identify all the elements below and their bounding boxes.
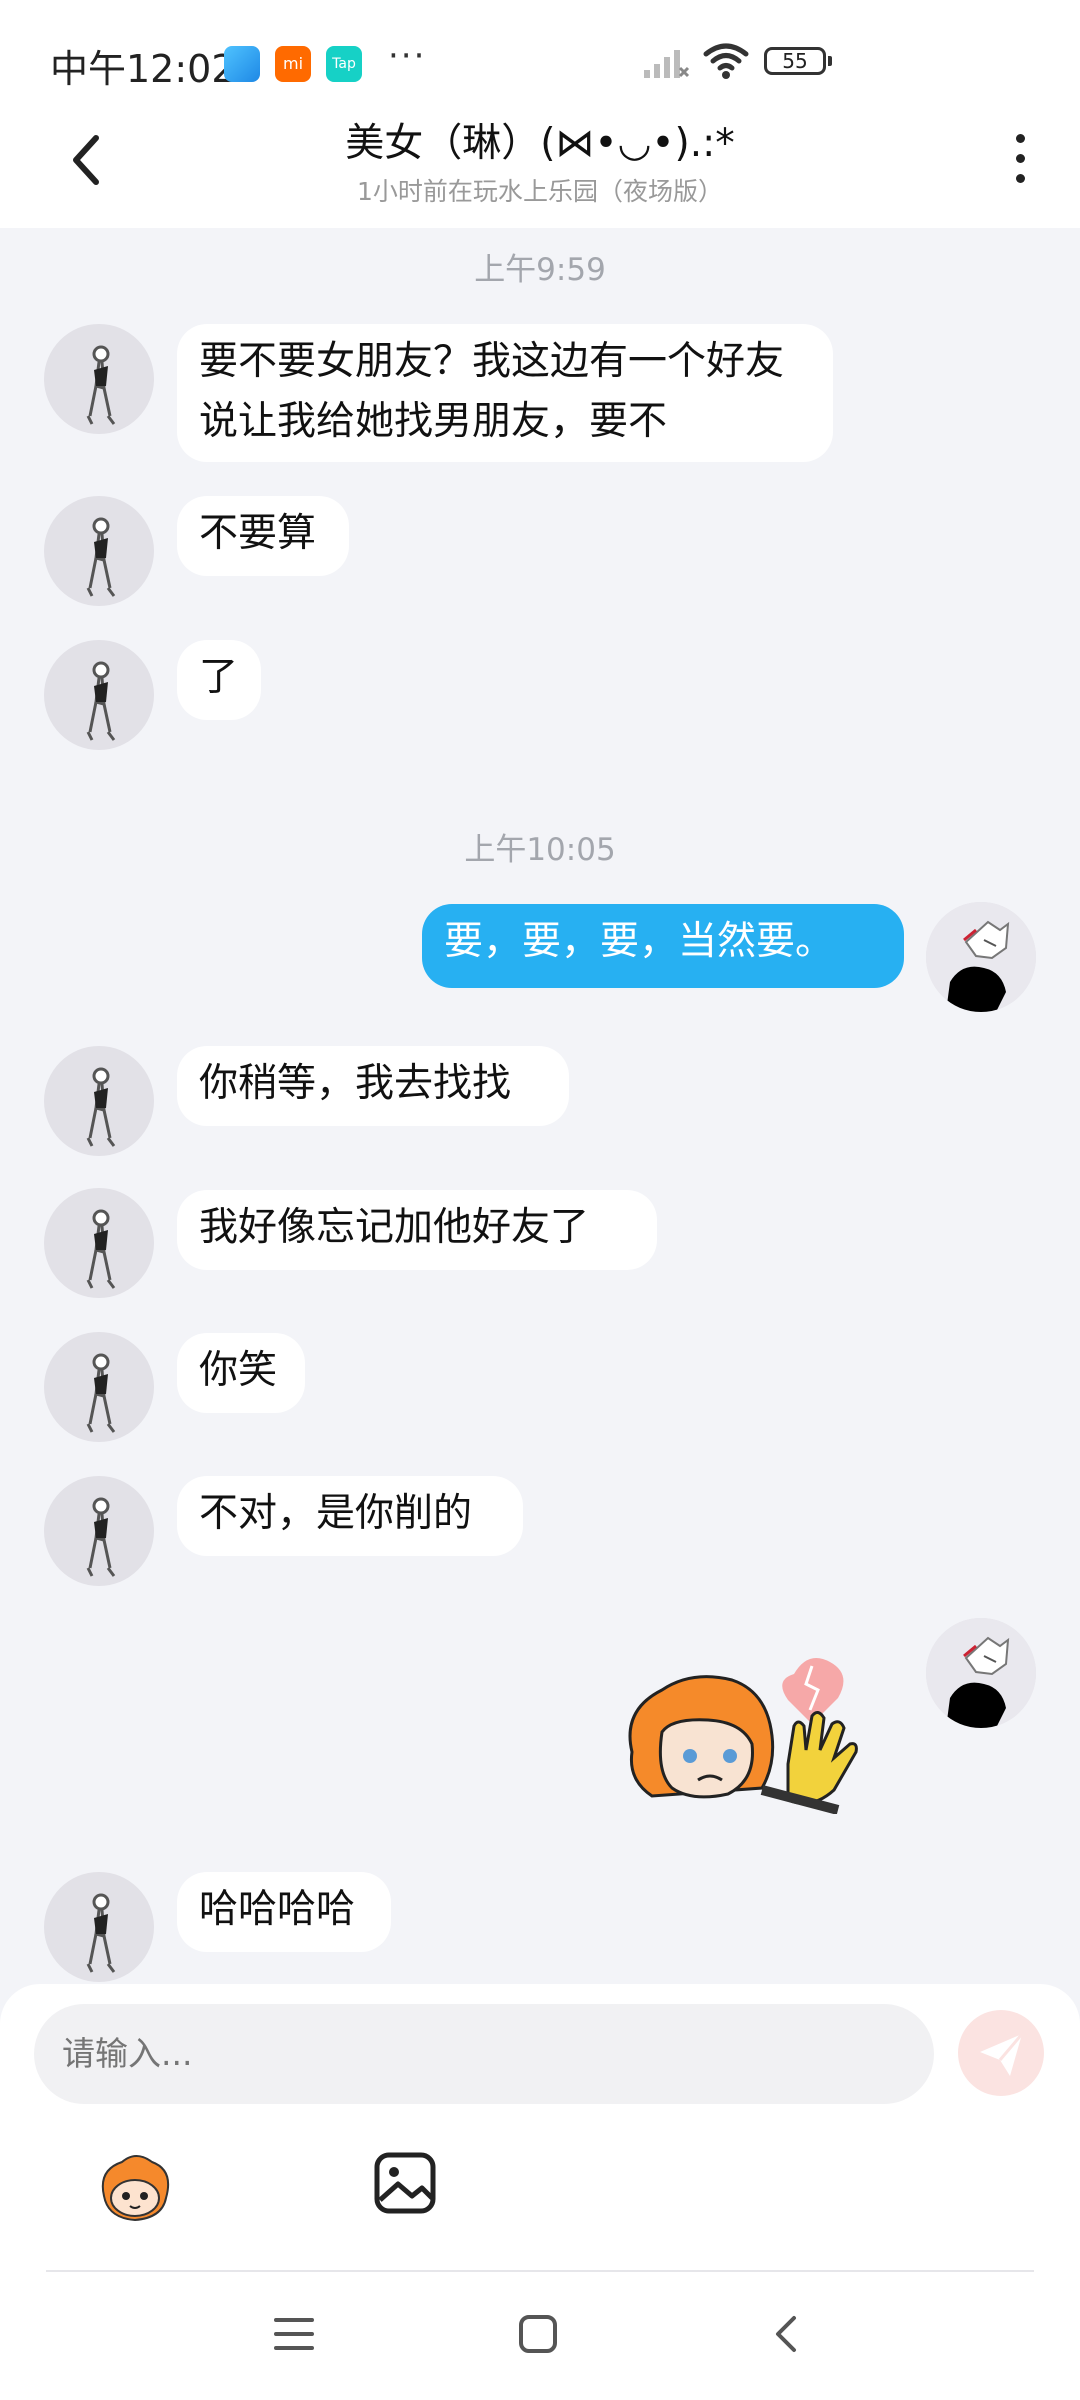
message-input[interactable] bbox=[34, 2004, 934, 2104]
timestamp: 上午9:59 bbox=[474, 252, 606, 288]
avatar[interactable] bbox=[44, 496, 154, 606]
divider bbox=[46, 2270, 1034, 2272]
wifi-icon bbox=[703, 43, 749, 79]
message-bubble[interactable]: 不对，是你削的 bbox=[177, 1476, 523, 1556]
top-bar: 中午12:02 mi Tap ··· 55 美女（琳）(⋈•◡•).:* 1小时… bbox=[0, 0, 1080, 228]
message-bubble[interactable]: 你笑 bbox=[177, 1333, 305, 1413]
gallery-app-icon bbox=[224, 46, 260, 82]
tap-app-icon: Tap bbox=[326, 46, 362, 82]
mi-app-icon: mi bbox=[275, 46, 311, 82]
my-message-bubble[interactable]: 要，要，要，当然要。 bbox=[422, 904, 904, 988]
avatar[interactable] bbox=[44, 1332, 154, 1442]
menu-nav-button[interactable] bbox=[272, 2314, 316, 2354]
bottom-panel bbox=[0, 1984, 1080, 2400]
avatar[interactable] bbox=[44, 640, 154, 750]
message-bubble[interactable]: 不要算 bbox=[177, 496, 349, 576]
avatar[interactable] bbox=[44, 324, 154, 434]
more-options-button[interactable] bbox=[1000, 134, 1040, 194]
message-bubble[interactable]: 你稍等，我去找找 bbox=[177, 1046, 569, 1126]
status-time: 中午12:02 bbox=[50, 47, 236, 91]
message-bubble[interactable]: 哈哈哈哈 bbox=[177, 1872, 391, 1952]
signal-icon bbox=[644, 50, 690, 78]
avatar[interactable] bbox=[44, 1188, 154, 1298]
send-button[interactable] bbox=[958, 2010, 1044, 2096]
my-avatar[interactable] bbox=[926, 1618, 1036, 1728]
sticker-message[interactable] bbox=[612, 1640, 894, 1814]
send-icon bbox=[980, 2033, 1024, 2076]
back-nav-button[interactable] bbox=[772, 2314, 802, 2354]
message-bubble[interactable]: 要不要女朋友？我这边有一个好友说让我给她找男朋友，要不 bbox=[177, 324, 833, 462]
avatar[interactable] bbox=[44, 1872, 154, 1982]
my-avatar[interactable] bbox=[926, 902, 1036, 1012]
avatar[interactable] bbox=[44, 1476, 154, 1586]
timestamp: 上午10:05 bbox=[464, 832, 616, 868]
home-nav-button[interactable] bbox=[518, 2314, 558, 2354]
message-bubble[interactable]: 了 bbox=[177, 640, 261, 720]
avatar[interactable] bbox=[44, 1046, 154, 1156]
battery-indicator: 55 bbox=[764, 47, 832, 75]
chat-subtitle: 1小时前在玩水上乐园（夜场版） bbox=[357, 177, 723, 206]
emoji-button[interactable] bbox=[92, 2146, 178, 2232]
more-notifications-icon: ··· bbox=[388, 36, 427, 76]
message-bubble[interactable]: 我好像忘记加他好友了 bbox=[177, 1190, 657, 1270]
image-button[interactable] bbox=[372, 2150, 438, 2216]
chat-title: 美女（琳）(⋈•◡•).:* bbox=[345, 121, 735, 166]
